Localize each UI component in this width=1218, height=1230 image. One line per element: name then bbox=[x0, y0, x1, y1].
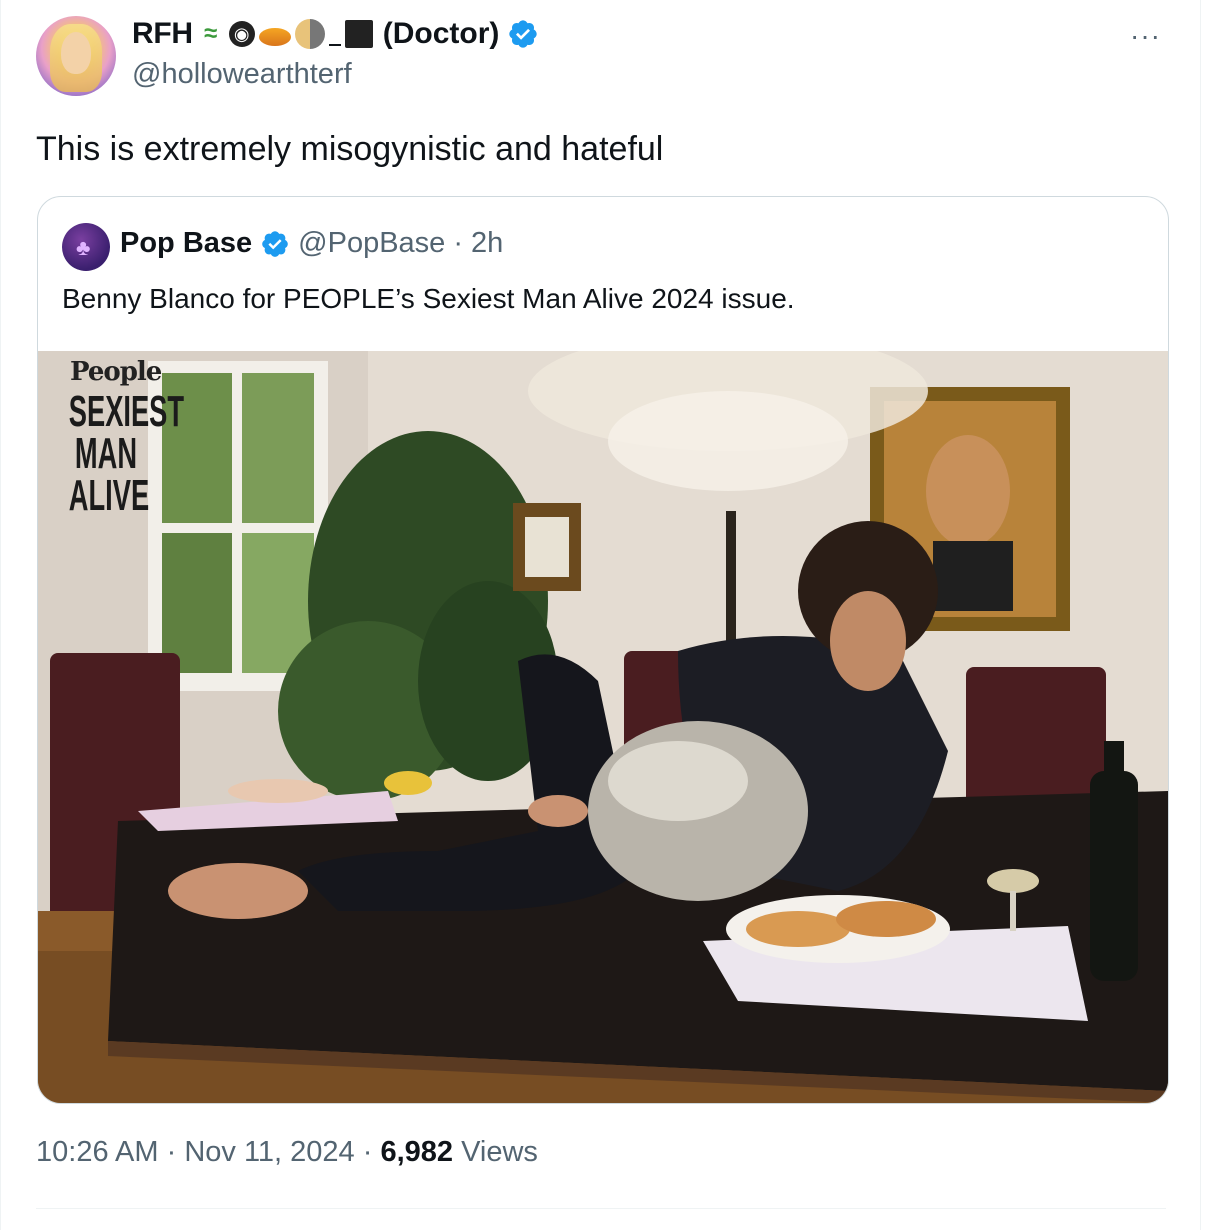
quoted-tweet-card[interactable]: ♣ Pop Base @PopBase · 2h Benny Blanco fo… bbox=[37, 196, 1169, 1104]
magazine-cover-photo bbox=[38, 351, 1168, 1103]
avatar-face bbox=[61, 32, 91, 74]
quoted-author-handle[interactable]: @PopBase bbox=[298, 227, 445, 260]
timeline-border-right bbox=[1200, 0, 1201, 1230]
cover-masthead: People bbox=[70, 357, 162, 387]
quoted-timestamp[interactable]: · 2h bbox=[453, 227, 503, 260]
underscore-glyph-icon bbox=[328, 44, 341, 46]
more-options-icon[interactable]: ··· bbox=[1130, 20, 1161, 52]
moon-emoji-icon bbox=[294, 19, 325, 49]
quoted-author-display-name[interactable]: Pop Base bbox=[120, 227, 252, 260]
author-handle[interactable]: @hollowearthterf bbox=[132, 58, 352, 91]
tweet[interactable]: RFH ≈ ◉ (Doctor) @hollowearthterf ··· Th… bbox=[0, 0, 1200, 1230]
tweet-text: This is extremely misogynistic and hatef… bbox=[36, 130, 664, 168]
cherry-logo-icon: ♣ bbox=[76, 235, 91, 260]
cover-line: SEXIEST bbox=[68, 387, 185, 436]
quoted-media-image[interactable]: People SEXIEST MAN ALIVE bbox=[38, 351, 1168, 1103]
author-display-name[interactable]: RFH bbox=[132, 17, 193, 51]
quoted-verified-badge-icon[interactable] bbox=[260, 229, 290, 259]
black-square-emoji-icon bbox=[344, 20, 373, 48]
lizard-emoji-icon: ≈ bbox=[204, 20, 218, 47]
author-name-row[interactable]: RFH ≈ ◉ (Doctor) bbox=[132, 14, 539, 54]
author-name-suffix[interactable]: (Doctor) bbox=[383, 17, 500, 51]
cover-headline: SEXIEST MAN ALIVE bbox=[68, 387, 185, 520]
quoted-tweet-text: Benny Blanco for PEOPLE’s Sexiest Man Al… bbox=[62, 283, 795, 314]
cover-line: ALIVE bbox=[68, 471, 150, 520]
divider bbox=[36, 1208, 1166, 1209]
tweet-time[interactable]: 10:26 AM bbox=[36, 1136, 159, 1168]
magnifier-eye-emoji-icon: ◉ bbox=[228, 21, 255, 47]
quoted-author-row[interactable]: Pop Base @PopBase · 2h bbox=[120, 227, 503, 260]
author-avatar[interactable] bbox=[36, 16, 116, 96]
views-label[interactable]: Views bbox=[453, 1136, 538, 1168]
quoted-author-avatar[interactable]: ♣ bbox=[62, 223, 110, 271]
tweet-metadata: 10:26 AM · Nov 11, 2024 · 6,982 Views bbox=[36, 1136, 538, 1169]
views-count[interactable]: 6,982 bbox=[380, 1136, 453, 1168]
verified-badge-icon[interactable] bbox=[507, 18, 539, 50]
ringed-planet-emoji-icon bbox=[258, 28, 291, 46]
meta-separator: · bbox=[354, 1136, 381, 1168]
meta-separator: · bbox=[158, 1136, 185, 1168]
tweet-date[interactable]: Nov 11, 2024 bbox=[184, 1136, 354, 1168]
cover-line: MAN bbox=[74, 429, 138, 478]
